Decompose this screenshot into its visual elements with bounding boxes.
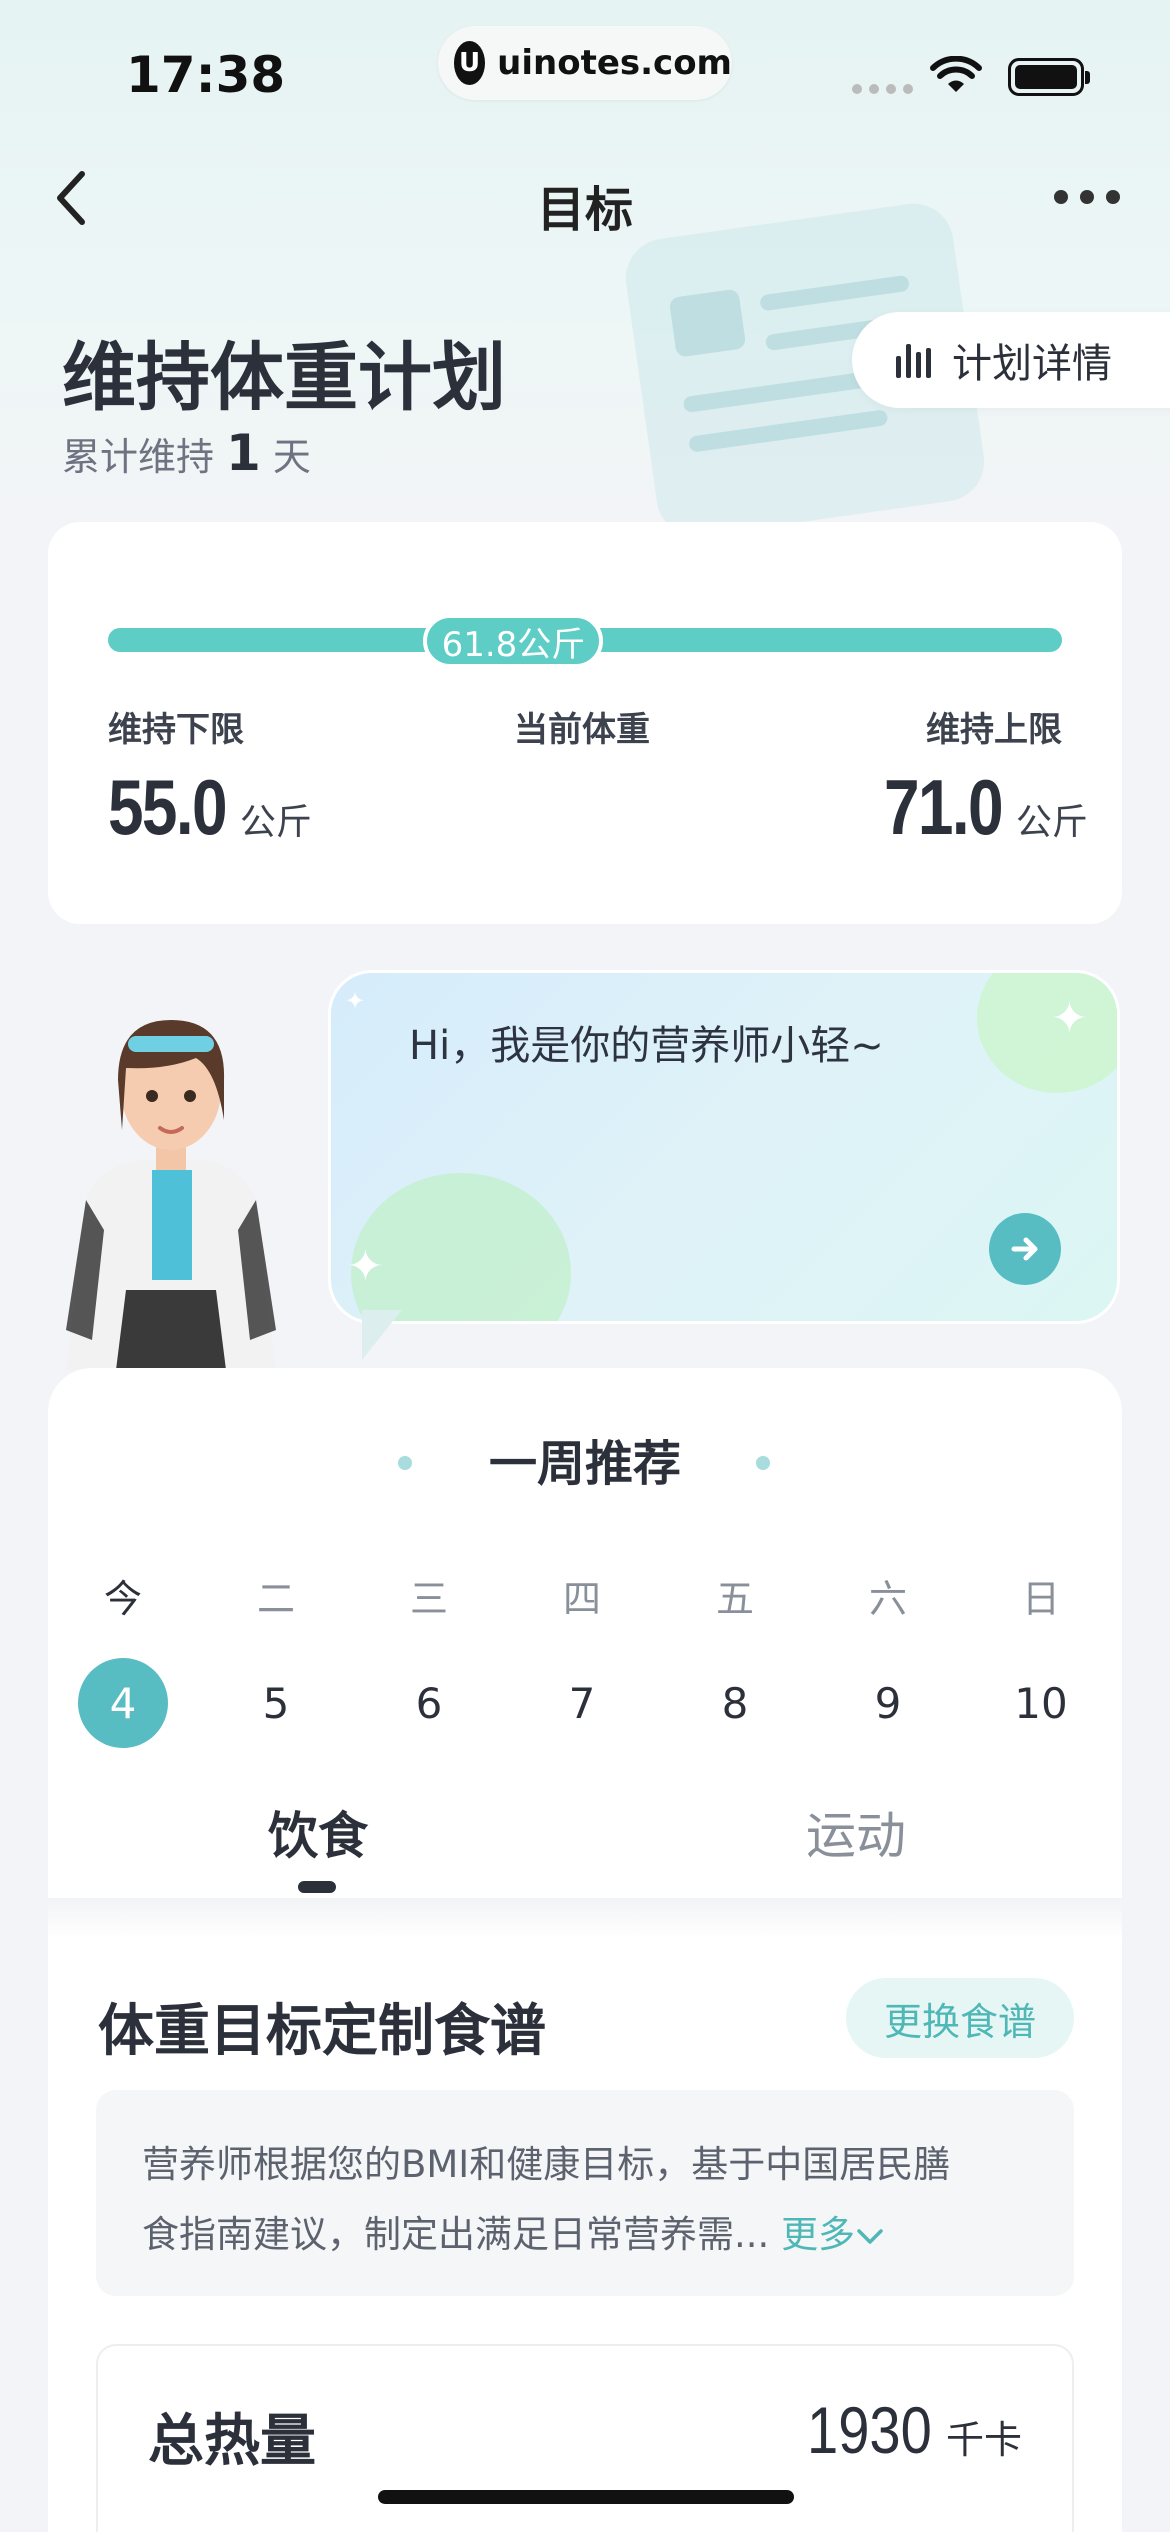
day-date: 5 [262,1678,290,1728]
diet-title: 体重目标定制食谱 [98,1999,546,2064]
tab-indicator [298,1881,336,1893]
day-item[interactable]: 三 6 [384,1568,474,1748]
total-calories-unit: 千卡 [945,2418,1022,2462]
upper-limit-label: 维持上限 [926,710,1062,750]
site-logo-icon: U [454,41,486,85]
total-calories-number: 1930 [807,2393,932,2467]
assistant-greeting: Hi，我是你的营养师小轻~ [409,1023,884,1069]
current-weight-marker: 61.8公斤 [423,614,604,668]
day-weekday: 日 [1021,1577,1060,1621]
upper-limit-number: 71.0 [884,763,1004,851]
weekly-title: 一周推荐 [488,1436,681,1492]
sparkle-icon: ✦ [1051,993,1088,1044]
weekly-recommendation-card: 一周推荐 今 4 二 5 三 6 四 7 五 8 六 9 日 10 饮食 运动 [48,1368,1122,1898]
day-weekday: 今 [103,1577,142,1621]
status-time: 17:38 [126,46,286,104]
more-label: 更多 [781,2213,856,2256]
day-weekday: 六 [868,1577,907,1621]
change-recipe-button[interactable]: 更换食谱 [846,1978,1074,2058]
plan-title: 维持体重计划 [62,335,506,421]
description-line: 营养师根据您的BMI和健康目标，基于中国居民膳 [142,2143,951,2186]
assistant-bubble[interactable]: ✦ ✦ ✦ Hi，我是你的营养师小轻~ [328,970,1120,1324]
description-line: 食指南建议，制定出满足日常营养需... [142,2213,770,2256]
day-item[interactable]: 二 5 [231,1568,321,1748]
more-icon[interactable] [1054,190,1120,204]
day-item[interactable]: 今 4 [78,1568,168,1748]
day-date: 8 [721,1678,749,1728]
bar-chart-icon [896,344,931,378]
plan-days-suffix: 天 [272,435,311,479]
current-weight-label: 当前体重 [514,710,650,750]
status-bar: 17:38 U uinotes.com [0,0,1170,150]
day-date: 10 [1014,1678,1068,1728]
plan-detail-label: 计划详情 [952,341,1112,387]
chevron-down-icon [857,2229,883,2244]
total-calories-label: 总热量 [148,2409,316,2474]
day-date: 6 [415,1678,443,1728]
nutritionist-avatar [66,1020,276,1370]
day-item[interactable]: 日 10 [996,1568,1086,1748]
url-pill[interactable]: U uinotes.com [438,26,732,100]
day-weekday: 四 [562,1577,601,1621]
total-calories-value: 1930 千卡 [785,2392,1022,2468]
tab-exercise[interactable]: 运动 [806,1796,906,1868]
more-link[interactable]: 更多 [781,2213,885,2256]
day-item[interactable]: 四 7 [537,1568,627,1748]
day-item[interactable]: 六 9 [843,1568,933,1748]
day-item[interactable]: 五 8 [690,1568,780,1748]
day-weekday: 五 [715,1577,754,1621]
tab-diet[interactable]: 饮食 [268,1796,368,1868]
plan-days: 累计维持 1 天 [62,424,311,482]
title-dot [756,1456,770,1470]
upper-limit-unit: 公斤 [1015,802,1088,843]
wifi-icon [930,56,982,92]
plan-days-prefix: 累计维持 [62,435,215,479]
lower-limit-label: 维持下限 [108,710,244,750]
lower-limit-number: 55.0 [108,763,228,851]
sparkle-icon: ✦ [345,987,366,1015]
page-title: 目标 [536,182,633,238]
day-weekday: 三 [409,1577,448,1621]
signal-icon [852,84,913,94]
section-divider [48,1898,1122,1938]
lower-limit-value: 55.0 公斤 [108,762,312,853]
home-indicator[interactable] [378,2490,794,2504]
day-date: 9 [874,1678,902,1728]
battery-icon [1008,58,1090,96]
arrow-right-icon[interactable] [989,1213,1061,1285]
day-date: 4 [78,1658,168,1748]
url-text: uinotes.com [497,43,732,83]
diet-description: 营养师根据您的BMI和健康目标，基于中国居民膳 食指南建议，制定出满足日常营养需… [96,2090,1074,2296]
day-weekday: 二 [256,1577,295,1621]
plan-detail-button[interactable]: 计划详情 [852,312,1170,408]
lower-limit-unit: 公斤 [239,802,312,843]
bubble-tail [362,1310,402,1360]
sparkle-icon: ✦ [347,1241,384,1292]
plan-days-value: 1 [226,424,261,482]
weight-range-card: 61.8公斤 维持下限 当前体重 维持上限 55.0 公斤 71.0 公斤 [48,522,1122,924]
upper-limit-value: 71.0 公斤 [884,762,1088,853]
day-date: 7 [568,1678,596,1728]
